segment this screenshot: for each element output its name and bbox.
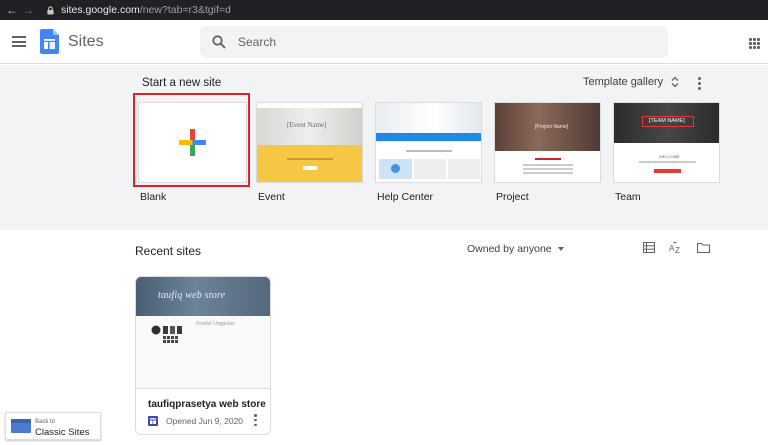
thumb-tile (414, 159, 446, 179)
thumb-line (287, 158, 333, 160)
browser-bar: ← → sites.google.com/new?tab=r3&tgif=d (0, 0, 768, 20)
apps-grid-icon[interactable] (749, 38, 760, 49)
template-blank[interactable] (138, 102, 247, 183)
sites-logo-icon[interactable] (40, 29, 59, 54)
unfold-icon (671, 76, 679, 88)
template-event[interactable]: [Event Name] (256, 102, 363, 183)
search-icon[interactable] (212, 35, 226, 49)
list-view-icon[interactable] (643, 242, 655, 253)
thumb-line (639, 161, 696, 163)
caret-down-icon (557, 247, 564, 251)
search-box[interactable] (200, 26, 668, 58)
thumb-yellow-band (257, 145, 362, 182)
thumb-line (523, 172, 573, 174)
thumb-button (654, 169, 681, 173)
thumb-tile (448, 159, 480, 179)
start-new-site-title: Start a new site (142, 77, 222, 89)
thumb-button (303, 166, 317, 170)
owner-filter-dropdown[interactable]: Owned by anyone (467, 243, 564, 255)
recent-sites-title: Recent sites (135, 244, 202, 258)
template-gallery-label: Template gallery (583, 76, 664, 88)
more-vert-icon[interactable] (254, 414, 258, 426)
site-thumbnail: taufiq web store Produk Unggulan (136, 277, 270, 388)
template-help-center[interactable] (375, 102, 482, 183)
template-section: Start a new site Template gallery Blank … (0, 65, 768, 230)
thumb-line (523, 164, 573, 166)
template-team[interactable]: [TEAM NAME] WELCOME (613, 102, 720, 183)
template-label-event: Event (258, 191, 285, 203)
thumb-subtitle: Produk Unggulan (196, 321, 235, 327)
back-arrow-icon[interactable]: ← (4, 3, 20, 17)
app-header: Sites (0, 20, 768, 64)
template-label-project: Project (496, 191, 529, 203)
hamburger-icon[interactable] (12, 36, 26, 47)
url-path: /new?tab=r3&tgif=d (139, 4, 231, 16)
thumb-line (406, 150, 452, 152)
classic-small-label: Back to (35, 419, 56, 425)
site-card-footer: taufiqprasetya web store Opened Jun 9, 2… (136, 388, 270, 434)
site-name: taufiqprasetya web store (148, 399, 266, 410)
thumb-event-name: [Event Name] (287, 121, 327, 129)
site-card[interactable]: taufiq web store Produk Unggulan taufiqp… (135, 276, 271, 435)
thumb-blue-band (376, 133, 481, 141)
template-label-team: Team (615, 191, 641, 203)
url-host: sites.google.com (61, 4, 140, 16)
plus-icon (179, 129, 206, 156)
folder-icon[interactable] (697, 242, 710, 253)
sort-az-icon[interactable]: A Z (669, 242, 683, 254)
template-label-help-center: Help Center (377, 191, 434, 203)
app-title: Sites (68, 33, 104, 50)
site-doc-icon (148, 416, 158, 426)
classic-big-label: Classic Sites (35, 427, 90, 438)
owner-filter-label: Owned by anyone (467, 243, 552, 255)
classic-sites-icon (11, 419, 31, 433)
template-label-blank: Blank (140, 191, 167, 203)
template-gallery-toggle[interactable]: Template gallery (583, 76, 679, 88)
product-image (151, 325, 182, 343)
thumb-site-title: taufiq web store (158, 290, 226, 301)
thumb-welcome: WELCOME (659, 154, 680, 159)
thumb-line (535, 158, 561, 160)
search-input[interactable] (238, 35, 638, 49)
more-vert-icon[interactable] (698, 77, 702, 90)
svg-text:Z: Z (675, 246, 680, 254)
thumb-team-name: [TEAM NAME] (649, 118, 685, 124)
thumb-line (523, 168, 573, 170)
site-opened-date: Opened Jun 9, 2020 (166, 416, 244, 426)
address-bar[interactable]: sites.google.com/new?tab=r3&tgif=d (61, 4, 231, 16)
template-project[interactable]: [Project Name] (494, 102, 601, 183)
forward-arrow-icon[interactable]: → (20, 3, 36, 17)
thumb-project-name: [Project Name] (535, 124, 569, 130)
thumb-hero (376, 103, 481, 133)
thumb-dot (391, 164, 400, 173)
back-to-classic-button[interactable]: Back to Classic Sites (5, 412, 101, 440)
lock-icon (47, 5, 54, 15)
